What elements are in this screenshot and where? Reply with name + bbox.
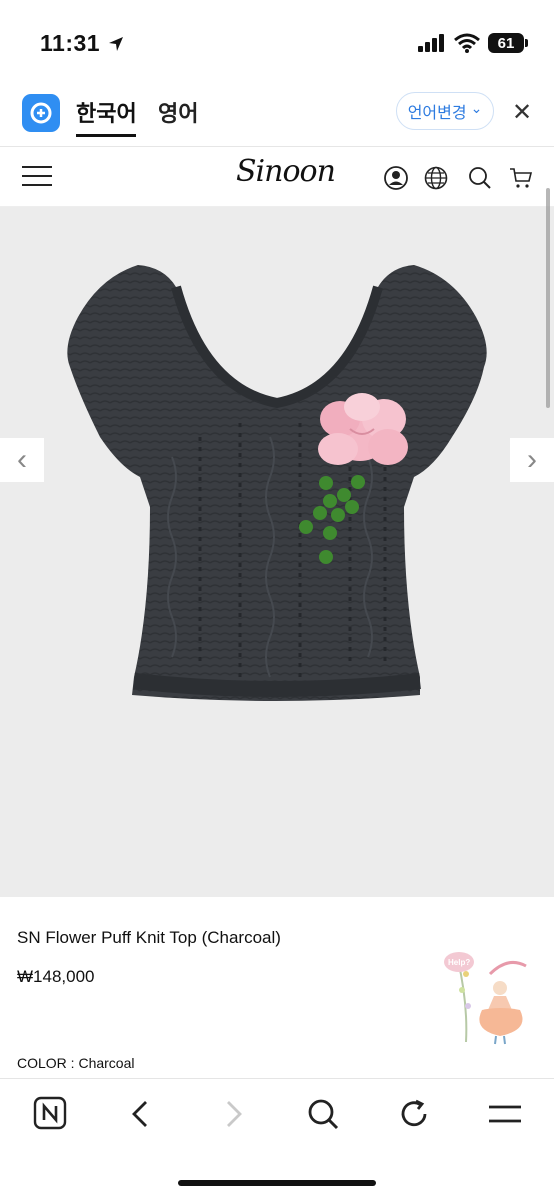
account-icon[interactable]: [384, 166, 408, 190]
location-arrow-icon: [108, 37, 123, 51]
chevron-down-icon: ⌄: [470, 99, 483, 116]
prev-image-button[interactable]: ‹: [0, 438, 44, 482]
change-language-label: 언어변경: [407, 105, 467, 122]
naver-home-icon[interactable]: [33, 1096, 67, 1130]
site-logo[interactable]: Sinoon: [236, 154, 336, 189]
active-tab-underline: [76, 134, 136, 137]
product-price: ₩148,000: [17, 967, 95, 986]
menu-icon[interactable]: [22, 166, 52, 188]
tab-english[interactable]: 영어: [158, 96, 198, 128]
wifi-icon: [454, 33, 480, 53]
status-time: 11:31: [40, 30, 125, 57]
tab-korean[interactable]: 한국어: [76, 96, 137, 128]
next-image-button[interactable]: ›: [510, 438, 554, 482]
search-icon[interactable]: [468, 166, 492, 190]
chevron-right-icon: ›: [527, 443, 537, 476]
status-time-text: 11:31: [40, 30, 101, 56]
help-label: Help?: [448, 958, 471, 967]
product-image[interactable]: [0, 207, 554, 897]
help-chat-widget[interactable]: Help?: [438, 944, 530, 1048]
product-color: COLOR : Charcoal: [17, 1055, 135, 1071]
reload-icon[interactable]: [398, 1098, 430, 1130]
home-indicator: [178, 1180, 376, 1186]
scrollbar[interactable]: [546, 188, 550, 408]
globe-icon[interactable]: [424, 166, 448, 190]
forward-icon[interactable]: [222, 1100, 244, 1128]
browser-search-icon[interactable]: [307, 1098, 339, 1130]
battery-indicator: 61: [488, 33, 528, 53]
cart-icon[interactable]: [509, 166, 533, 190]
knit-top-illustration: [67, 265, 487, 701]
status-icons: 61: [418, 33, 528, 53]
back-icon[interactable]: [130, 1100, 152, 1128]
change-language-button[interactable]: 언어변경 ⌄: [396, 92, 494, 130]
cellular-signal-icon: [418, 34, 444, 52]
pink-flower-detail: [318, 393, 408, 465]
battery-level: 61: [497, 34, 515, 52]
translate-app-logo-icon: [22, 94, 60, 132]
chevron-left-icon: ‹: [17, 443, 27, 476]
close-icon[interactable]: ✕: [512, 98, 532, 127]
browser-menu-icon[interactable]: [488, 1104, 522, 1124]
product-name: SN Flower Puff Knit Top (Charcoal): [17, 928, 281, 947]
